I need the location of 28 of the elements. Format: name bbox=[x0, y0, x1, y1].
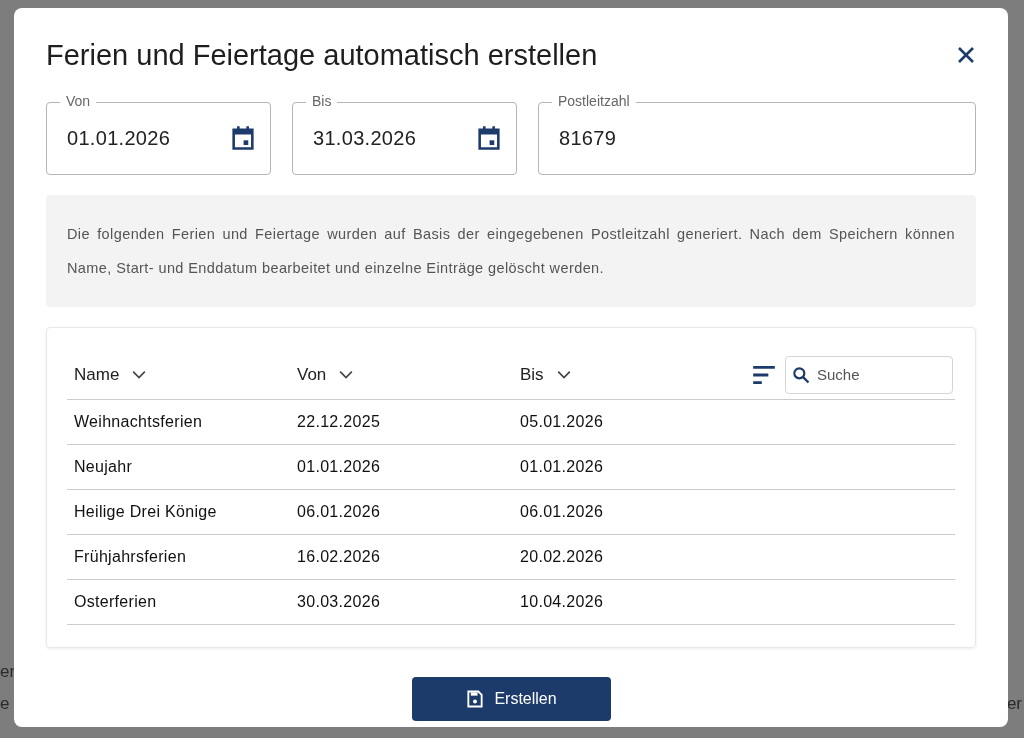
search-icon bbox=[791, 364, 811, 385]
table-cell-text: Osterferien bbox=[73, 593, 158, 611]
table-cell-text: 30.03.2026 bbox=[296, 593, 382, 611]
table-cell-text: 06.01.2026 bbox=[519, 503, 605, 521]
calendar-icon bbox=[475, 124, 503, 152]
table-cell-text: Neujahr bbox=[73, 458, 134, 476]
background-text: er bbox=[1006, 694, 1022, 714]
table-cell-text: 20.02.2026 bbox=[519, 548, 605, 566]
table-cell-text: 05.01.2026 bbox=[519, 413, 605, 431]
background-text: e bbox=[0, 694, 10, 714]
info-text: Die folgenden Ferien und Feiertage wurden auf Basis der eingegebenen Postleitzahl generiert. Nach dem Speichern können Name, Start- und Enddatum bearbeitet und einzelne Einträge gelöscht werden. bbox=[46, 195, 976, 307]
table-cell-text: 22.12.2025 bbox=[296, 413, 382, 431]
column-header[interactable]: Bis bbox=[513, 364, 736, 385]
table-cell-text: 10.04.2026 bbox=[519, 593, 605, 611]
table-cell-text: 06.01.2026 bbox=[296, 503, 382, 521]
search-field[interactable]: Suche bbox=[785, 355, 953, 394]
table-cell-text: Weihnachtsferien bbox=[73, 413, 204, 431]
dialog-title: Ferien und Feiertage automatisch erstellen bbox=[46, 38, 598, 72]
column-header[interactable]: Von bbox=[290, 364, 513, 385]
table-cell-text: 01.01.2026 bbox=[296, 458, 382, 476]
table-cell-text: Frühjahrsferien bbox=[73, 548, 188, 566]
table-cell-text: 16.02.2026 bbox=[296, 548, 382, 566]
background-text: er bbox=[0, 662, 16, 682]
create-button[interactable]: Erstellen bbox=[411, 677, 611, 721]
table-cell-text: Heilige Drei Könige bbox=[73, 503, 218, 521]
calendar-icon bbox=[229, 124, 257, 152]
table-cell-text: 01.01.2026 bbox=[519, 458, 605, 476]
column-header[interactable]: Name bbox=[67, 364, 290, 385]
